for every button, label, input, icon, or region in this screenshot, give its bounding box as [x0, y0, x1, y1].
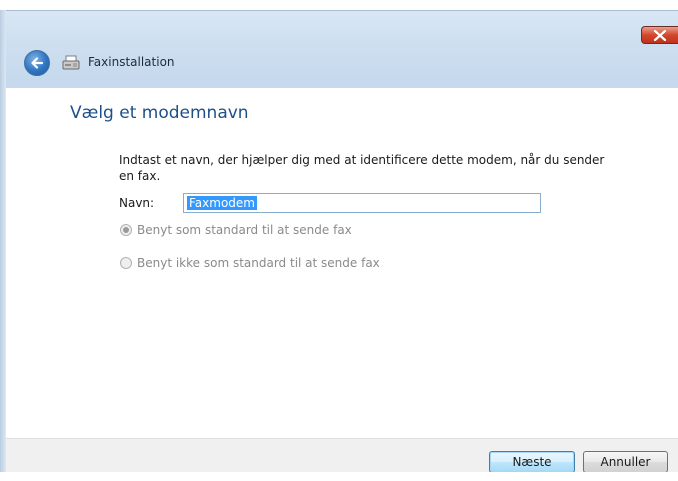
fax-setup-window: Faxinstallation Vælg et modemnavn Indtas… — [0, 0, 678, 481]
radio-button-unselected[interactable] — [120, 257, 132, 269]
back-button[interactable] — [24, 50, 50, 76]
radio-label: Benyt som standard til at sende fax — [137, 223, 352, 237]
radio-use-as-default[interactable]: Benyt som standard til at sende fax — [120, 223, 352, 237]
fax-icon — [62, 55, 80, 71]
button-bar — [6, 438, 678, 473]
radio-button-selected[interactable] — [120, 224, 132, 236]
back-arrow-icon — [31, 57, 44, 69]
title-bar — [6, 10, 678, 89]
instruction-text: Indtast et navn, der hjælper dig med at … — [119, 153, 605, 183]
cancel-button[interactable]: Annuller — [583, 451, 668, 473]
page-heading: Vælg et modemnavn — [70, 103, 249, 123]
window-title: Faxinstallation — [88, 55, 175, 69]
name-input-value: Faxmodem — [187, 196, 257, 210]
name-input[interactable]: Faxmodem — [183, 193, 541, 213]
next-button[interactable]: Næste — [489, 451, 575, 473]
radio-label: Benyt ikke som standard til at sende fax — [137, 256, 380, 270]
close-icon — [653, 30, 667, 41]
bottom-edge — [0, 472, 678, 481]
name-label: Navn: — [119, 196, 155, 210]
radio-not-default[interactable]: Benyt ikke som standard til at sende fax — [120, 256, 380, 270]
close-button[interactable] — [641, 26, 678, 44]
